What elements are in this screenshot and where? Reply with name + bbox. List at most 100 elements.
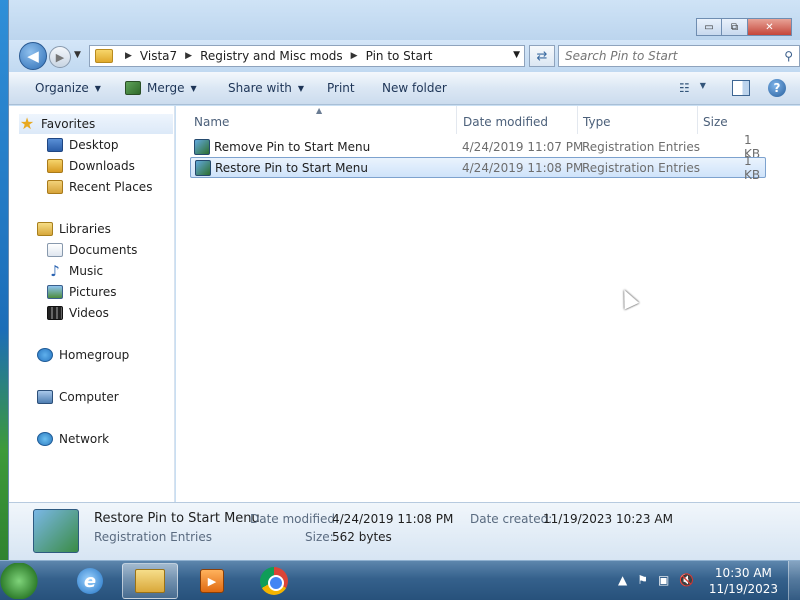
search-box[interactable]: ⚲: [558, 45, 800, 67]
address-bar[interactable]: ▶ Vista7 ▶ Registry and Misc mods ▶ Pin …: [89, 45, 525, 67]
taskbar: e ▶ ▲ ⚑ ▣ 🔇 10:30 AM 11/19/2023: [0, 560, 800, 600]
column-divider[interactable]: [456, 106, 457, 134]
volume-muted-icon[interactable]: 🔇: [679, 573, 694, 587]
nav-downloads-label: Downloads: [69, 159, 135, 173]
music-note-icon: ♪: [50, 262, 60, 280]
details-size-value: 562 bytes: [332, 530, 392, 544]
breadcrumb-registry-and-misc-mods[interactable]: Registry and Misc mods: [200, 49, 343, 63]
print-label: Print: [327, 81, 355, 95]
address-dropdown-icon[interactable]: ▼: [513, 50, 520, 60]
search-icon[interactable]: ⚲: [784, 49, 793, 63]
file-name: Remove Pin to Start Menu: [214, 139, 371, 154]
media-player-icon: ▶: [200, 569, 224, 593]
forward-button[interactable]: ▶: [49, 46, 71, 68]
refresh-button[interactable]: ⇄: [529, 45, 555, 67]
clock-date: 11/19/2023: [708, 582, 778, 596]
details-size-label: Size:: [305, 530, 334, 544]
show-desktop-button[interactable]: [788, 561, 800, 600]
documents-icon: [47, 243, 63, 257]
nav-network[interactable]: Network: [37, 429, 109, 449]
network-icon: [37, 432, 53, 446]
new-folder-button[interactable]: New folder: [382, 81, 447, 95]
registry-file-icon: [195, 159, 211, 176]
taskbar-windows-explorer[interactable]: [122, 563, 178, 599]
nav-pictures[interactable]: Pictures: [47, 282, 117, 302]
file-row-selected[interactable]: Restore Pin to Start Menu 4/24/2019 11:0…: [190, 154, 766, 182]
nav-computer[interactable]: Computer: [37, 387, 119, 407]
taskbar-clock[interactable]: 10:30 AM 11/19/2023: [709, 565, 778, 597]
back-button[interactable]: ◀: [19, 42, 47, 70]
share-with-label: Share with: [228, 81, 292, 95]
organize-label: Organize: [35, 81, 89, 95]
chevron-down-icon: ▼: [297, 83, 305, 93]
merge-button[interactable]: Merge ▼: [125, 81, 197, 95]
file-date-modified: 4/24/2019 11:07 PM: [462, 139, 584, 154]
taskbar-internet-explorer[interactable]: e: [62, 563, 118, 599]
column-header-date-modified[interactable]: Date modified: [459, 110, 575, 134]
file-type: Registration Entries: [582, 139, 700, 154]
address-row: ◀ ▶ ▼ ▶ Vista7 ▶ Registry and Misc mods …: [9, 40, 800, 72]
file-name: Restore Pin to Start Menu: [215, 160, 369, 175]
internet-explorer-icon: e: [77, 568, 103, 594]
registry-icon: [125, 81, 141, 95]
nav-libraries-label: Libraries: [59, 222, 111, 236]
nav-documents[interactable]: Documents: [47, 240, 137, 260]
breadcrumb-vista7[interactable]: Vista7: [140, 49, 177, 63]
chevron-right-icon[interactable]: ▶: [185, 51, 192, 61]
caption-buttons: ▭ ⧉ ✕: [696, 18, 792, 36]
close-button[interactable]: ✕: [748, 18, 792, 36]
details-date-created-value: 11/19/2023 10:23 AM: [543, 512, 673, 526]
taskbar-media-player[interactable]: ▶: [184, 563, 240, 599]
pictures-icon: [47, 285, 63, 299]
nav-favorites[interactable]: ★ Favorites: [19, 114, 173, 134]
nav-network-label: Network: [59, 432, 110, 446]
nav-libraries[interactable]: Libraries: [37, 219, 111, 239]
details-date-created-label: Date created:: [470, 512, 553, 526]
star-icon: ★: [19, 114, 35, 133]
column-divider[interactable]: [697, 106, 698, 134]
taskbar-chrome[interactable]: [246, 563, 302, 599]
search-input[interactable]: [559, 46, 769, 66]
maximize-button[interactable]: ⧉: [722, 18, 748, 36]
nav-recent-places[interactable]: Recent Places: [47, 177, 152, 197]
details-date-modified-label: Date modified:: [250, 512, 340, 526]
column-header-date-modified-label: Date modified: [463, 115, 549, 129]
folder-icon: [135, 569, 165, 593]
nav-videos-label: Videos: [69, 306, 109, 320]
nav-desktop[interactable]: Desktop: [47, 135, 119, 155]
downloads-folder-icon: [47, 159, 63, 173]
nav-downloads[interactable]: Downloads: [47, 156, 135, 176]
column-header-name[interactable]: Name: [190, 110, 454, 134]
action-center-flag-icon[interactable]: ⚑: [637, 573, 648, 587]
column-header-type[interactable]: Type: [579, 110, 695, 134]
minimize-button[interactable]: ▭: [696, 18, 722, 36]
preview-pane-icon[interactable]: [732, 80, 750, 96]
start-button[interactable]: [0, 563, 38, 599]
change-view-button[interactable]: ☷ ▼: [679, 81, 706, 95]
nav-homegroup[interactable]: Homegroup: [37, 345, 129, 365]
details-view-icon: ☷: [679, 81, 690, 95]
chrome-icon: [260, 567, 288, 595]
merge-label: Merge: [147, 81, 185, 95]
nav-music-label: Music: [69, 264, 104, 278]
network-status-icon[interactable]: ▣: [658, 573, 669, 587]
print-button[interactable]: Print: [327, 81, 355, 95]
column-divider[interactable]: [577, 106, 578, 134]
new-folder-label: New folder: [382, 81, 447, 95]
chevron-right-icon[interactable]: ▶: [125, 51, 132, 61]
organize-button[interactable]: Organize ▼: [35, 81, 101, 95]
chevron-right-icon[interactable]: ▶: [351, 51, 358, 61]
share-with-button[interactable]: Share with ▼: [228, 81, 304, 95]
file-size: 1 KB: [744, 153, 761, 182]
column-header-size[interactable]: Size: [699, 110, 769, 134]
system-tray: ▲ ⚑ ▣ 🔇: [618, 573, 694, 587]
breadcrumb-pin-to-start[interactable]: Pin to Start: [366, 49, 433, 63]
nav-music[interactable]: ♪ Music: [47, 261, 103, 281]
show-hidden-icons-icon[interactable]: ▲: [618, 573, 627, 587]
file-row[interactable]: Remove Pin to Start Menu 4/24/2019 11:07…: [190, 133, 766, 161]
nav-homegroup-label: Homegroup: [59, 348, 130, 362]
help-icon[interactable]: ?: [768, 79, 786, 97]
recent-pages-dropdown-icon[interactable]: ▼: [74, 50, 81, 60]
nav-videos[interactable]: Videos: [47, 303, 109, 323]
file-date-modified: 4/24/2019 11:08 PM: [462, 160, 584, 175]
